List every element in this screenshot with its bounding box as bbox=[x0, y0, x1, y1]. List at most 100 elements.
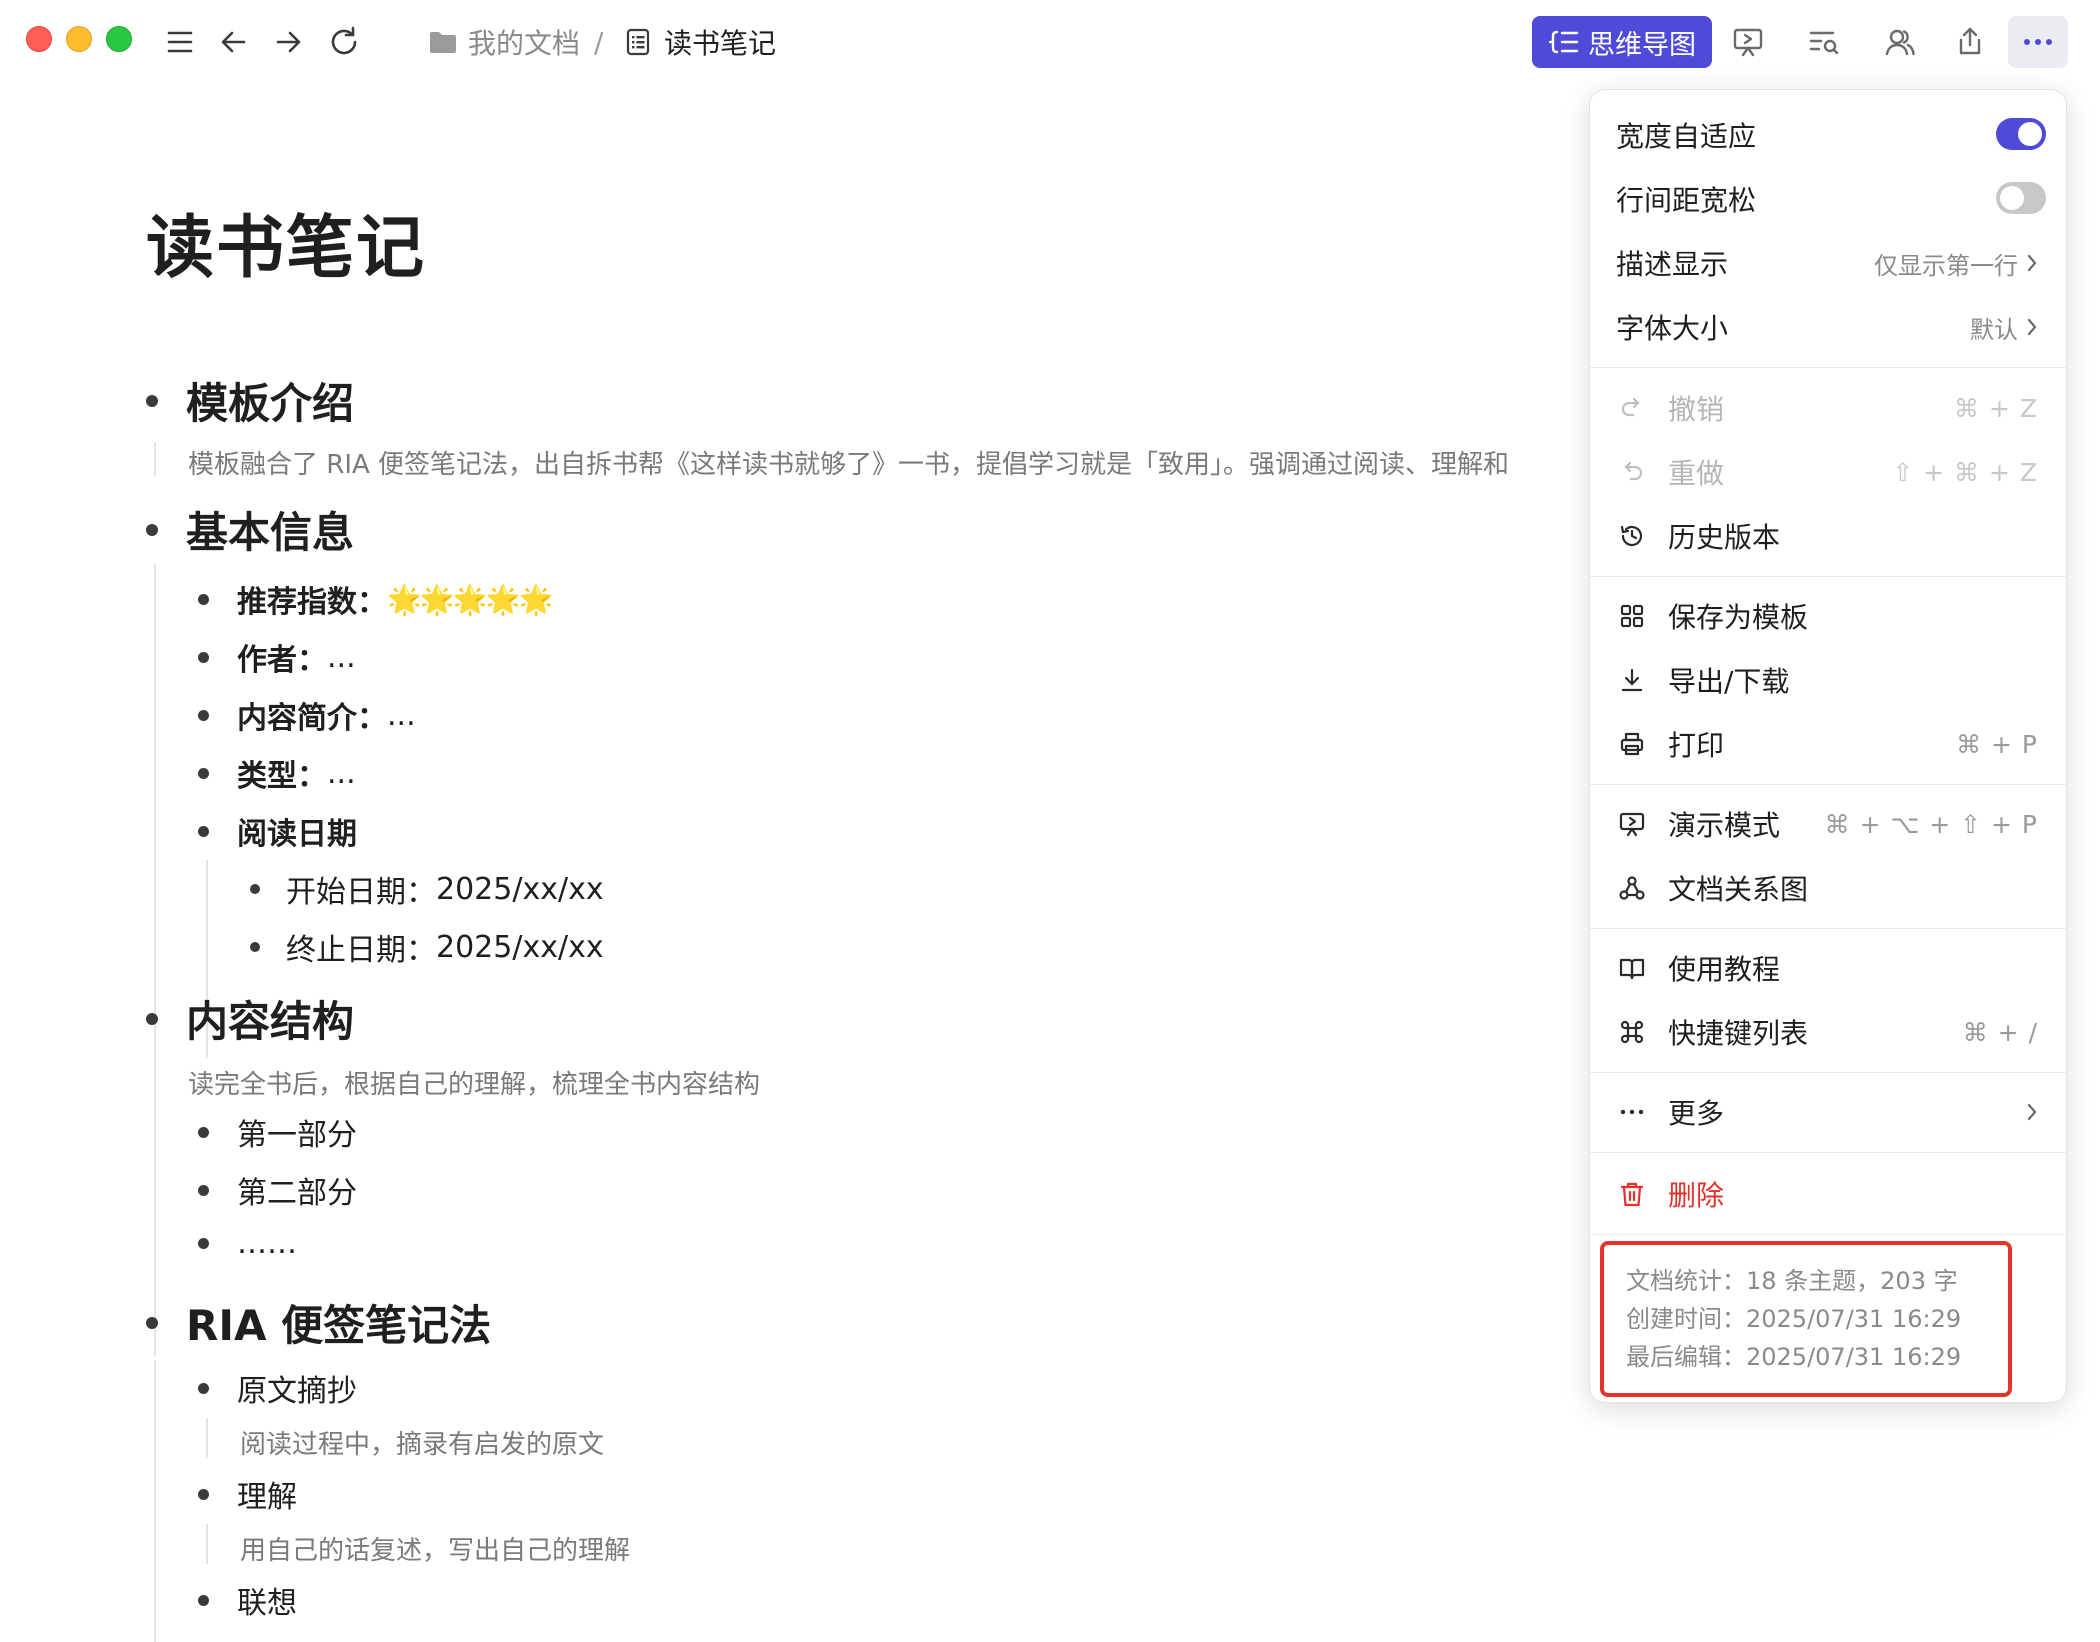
menu-save-template[interactable]: 保存为模板 bbox=[1590, 584, 2066, 648]
menu-divider bbox=[1590, 928, 2066, 929]
list-item[interactable]: 开始日期： 2025/xx/xx bbox=[250, 867, 604, 911]
mindmap-button[interactable]: 思维导图 bbox=[1532, 16, 1712, 68]
breadcrumb-current-label: 读书笔记 bbox=[664, 27, 777, 60]
menu-font-size[interactable]: 字体大小 默认 bbox=[1590, 295, 2066, 359]
trash-icon bbox=[1618, 1180, 1646, 1208]
bullet[interactable] bbox=[250, 884, 260, 894]
bullet[interactable] bbox=[250, 942, 260, 952]
list-item[interactable]: 作者： ... bbox=[198, 635, 356, 679]
command-key-icon bbox=[1618, 1018, 1646, 1046]
book-icon bbox=[1618, 954, 1646, 982]
bullet[interactable] bbox=[198, 651, 209, 663]
doc-stats-text: 文档统计：18 条主题，203 字 bbox=[1626, 1267, 1958, 1295]
refresh-icon[interactable] bbox=[322, 20, 366, 64]
ellipsis-icon bbox=[1618, 1098, 1646, 1126]
document-stats-box: 文档统计：18 条主题，203 字 创建时间：2025/07/31 16:29 … bbox=[1600, 1241, 2012, 1397]
template-grid-icon bbox=[1618, 602, 1646, 630]
page-title[interactable]: 读书笔记 bbox=[146, 192, 426, 291]
printer-icon bbox=[1618, 730, 1646, 758]
chevron-right-icon bbox=[2027, 254, 2037, 272]
menu-presentation[interactable]: 演示模式 ⌘ + ⌥ + ⇧ + P bbox=[1590, 792, 2066, 856]
title-bar: 我的文档 / 读书笔记 思维导图 bbox=[0, 0, 2100, 84]
bullet[interactable] bbox=[198, 1594, 209, 1606]
outline-heading-ria-method[interactable]: RIA 便签笔记法 bbox=[146, 1292, 491, 1353]
section-description[interactable]: 读完全书后，根据自己的理解，梳理全书内容结构 bbox=[188, 1064, 760, 1101]
menu-export[interactable]: 导出/下载 bbox=[1590, 648, 2066, 712]
breadcrumb-separator: / bbox=[594, 25, 604, 59]
list-item[interactable]: 第一部分 bbox=[198, 1110, 357, 1154]
bullet[interactable] bbox=[146, 1316, 158, 1329]
section-description[interactable]: 模板融合了 RIA 便签笔记法，出自拆书帮《这样读书就够了》一书，提倡学习就是「… bbox=[188, 444, 1509, 481]
width-adaptive-toggle[interactable] bbox=[1996, 118, 2046, 150]
menu-description-display[interactable]: 描述显示 仅显示第一行 bbox=[1590, 231, 2066, 295]
forward-arrow-icon[interactable] bbox=[266, 20, 310, 64]
indent-guide bbox=[154, 564, 156, 1058]
share-icon[interactable] bbox=[1940, 16, 2000, 68]
menu-redo[interactable]: 重做 ⇧ + ⌘ + Z bbox=[1590, 440, 2066, 504]
bullet[interactable] bbox=[198, 1126, 209, 1138]
menu-divider bbox=[1590, 1152, 2066, 1153]
item-description[interactable]: 阅读过程中，摘录有启发的原文 bbox=[240, 1424, 604, 1461]
list-item[interactable]: 第二部分 bbox=[198, 1168, 357, 1212]
window-minimize-button[interactable] bbox=[66, 26, 92, 52]
sidebar-toggle-icon[interactable] bbox=[158, 20, 202, 64]
more-options-icon[interactable] bbox=[2008, 16, 2068, 68]
menu-history[interactable]: 历史版本 bbox=[1590, 504, 2066, 568]
outline-heading-content-structure[interactable]: 内容结构 bbox=[146, 988, 354, 1049]
window-maximize-button[interactable] bbox=[106, 26, 132, 52]
collaborate-icon[interactable] bbox=[1870, 16, 1930, 68]
outline-search-icon[interactable] bbox=[1794, 16, 1854, 68]
bullet[interactable] bbox=[198, 1238, 209, 1249]
chevron-right-icon bbox=[2027, 1103, 2037, 1121]
menu-tutorial[interactable]: 使用教程 bbox=[1590, 936, 2066, 1000]
list-item[interactable]: …… bbox=[198, 1226, 297, 1261]
history-icon bbox=[1618, 522, 1646, 550]
menu-divider bbox=[1590, 576, 2066, 577]
item-description[interactable]: 用自己的话复述，写出自己的理解 bbox=[240, 1530, 630, 1567]
list-item[interactable]: 内容简介： ... bbox=[198, 693, 416, 737]
loose-spacing-toggle[interactable] bbox=[1996, 182, 2046, 214]
bullet[interactable] bbox=[146, 394, 158, 407]
menu-relation-graph[interactable]: 文档关系图 bbox=[1590, 856, 2066, 920]
more-options-menu: 宽度自适应 行间距宽松 描述显示 仅显示第一行 字体大小 默认 撤销 ⌘ + Z… bbox=[1589, 89, 2067, 1403]
outline-heading-basic-info[interactable]: 基本信息 bbox=[146, 499, 354, 560]
bullet[interactable] bbox=[198, 767, 209, 779]
presentation-icon[interactable] bbox=[1718, 16, 1778, 68]
indent-guide bbox=[206, 1418, 208, 1458]
breadcrumb-root[interactable]: 我的文档 bbox=[428, 20, 580, 64]
bullet[interactable] bbox=[198, 825, 209, 837]
menu-divider bbox=[1590, 1072, 2066, 1073]
bullet[interactable] bbox=[146, 523, 158, 536]
window-close-button[interactable] bbox=[26, 26, 52, 52]
menu-delete[interactable]: 删除 bbox=[1590, 1162, 2066, 1226]
presentation-icon bbox=[1618, 810, 1646, 838]
menu-undo[interactable]: 撤销 ⌘ + Z bbox=[1590, 376, 2066, 440]
menu-shortcuts[interactable]: 快捷键列表 ⌘ + / bbox=[1590, 1000, 2066, 1064]
menu-print[interactable]: 打印 ⌘ + P bbox=[1590, 712, 2066, 776]
download-icon bbox=[1618, 666, 1646, 694]
created-time-text: 创建时间：2025/07/31 16:29 bbox=[1626, 1305, 1962, 1333]
bullet[interactable] bbox=[198, 1488, 209, 1500]
list-item[interactable]: 阅读日期 bbox=[198, 809, 357, 853]
indent-guide bbox=[154, 1360, 156, 1642]
menu-loose-spacing[interactable]: 行间距宽松 bbox=[1590, 167, 2066, 231]
bullet[interactable] bbox=[198, 1184, 209, 1196]
document-icon bbox=[626, 28, 650, 56]
list-item[interactable]: 终止日期： 2025/xx/xx bbox=[250, 925, 604, 969]
bullet[interactable] bbox=[198, 593, 209, 605]
bullet[interactable] bbox=[198, 709, 209, 721]
list-item[interactable]: 原文摘抄 bbox=[198, 1366, 357, 1410]
bullet[interactable] bbox=[198, 1382, 209, 1394]
list-item[interactable]: 联想 bbox=[198, 1578, 297, 1622]
back-arrow-icon[interactable] bbox=[212, 20, 256, 64]
bullet[interactable] bbox=[146, 1012, 158, 1025]
folder-icon bbox=[430, 32, 456, 53]
menu-more[interactable]: 更多 bbox=[1590, 1080, 2066, 1144]
document-area: 读书笔记 模板介绍 模板融合了 RIA 便签笔记法，出自拆书帮《这样读书就够了》… bbox=[0, 84, 1590, 1642]
outline-heading-template-intro[interactable]: 模板介绍 bbox=[146, 370, 354, 431]
list-item[interactable]: 类型： ... bbox=[198, 751, 356, 795]
chevron-right-icon bbox=[2027, 318, 2037, 336]
list-item[interactable]: 理解 bbox=[198, 1472, 297, 1516]
list-item[interactable]: 推荐指数： 🌟🌟🌟🌟🌟 bbox=[198, 577, 553, 621]
menu-width-adaptive[interactable]: 宽度自适应 bbox=[1590, 103, 2066, 167]
